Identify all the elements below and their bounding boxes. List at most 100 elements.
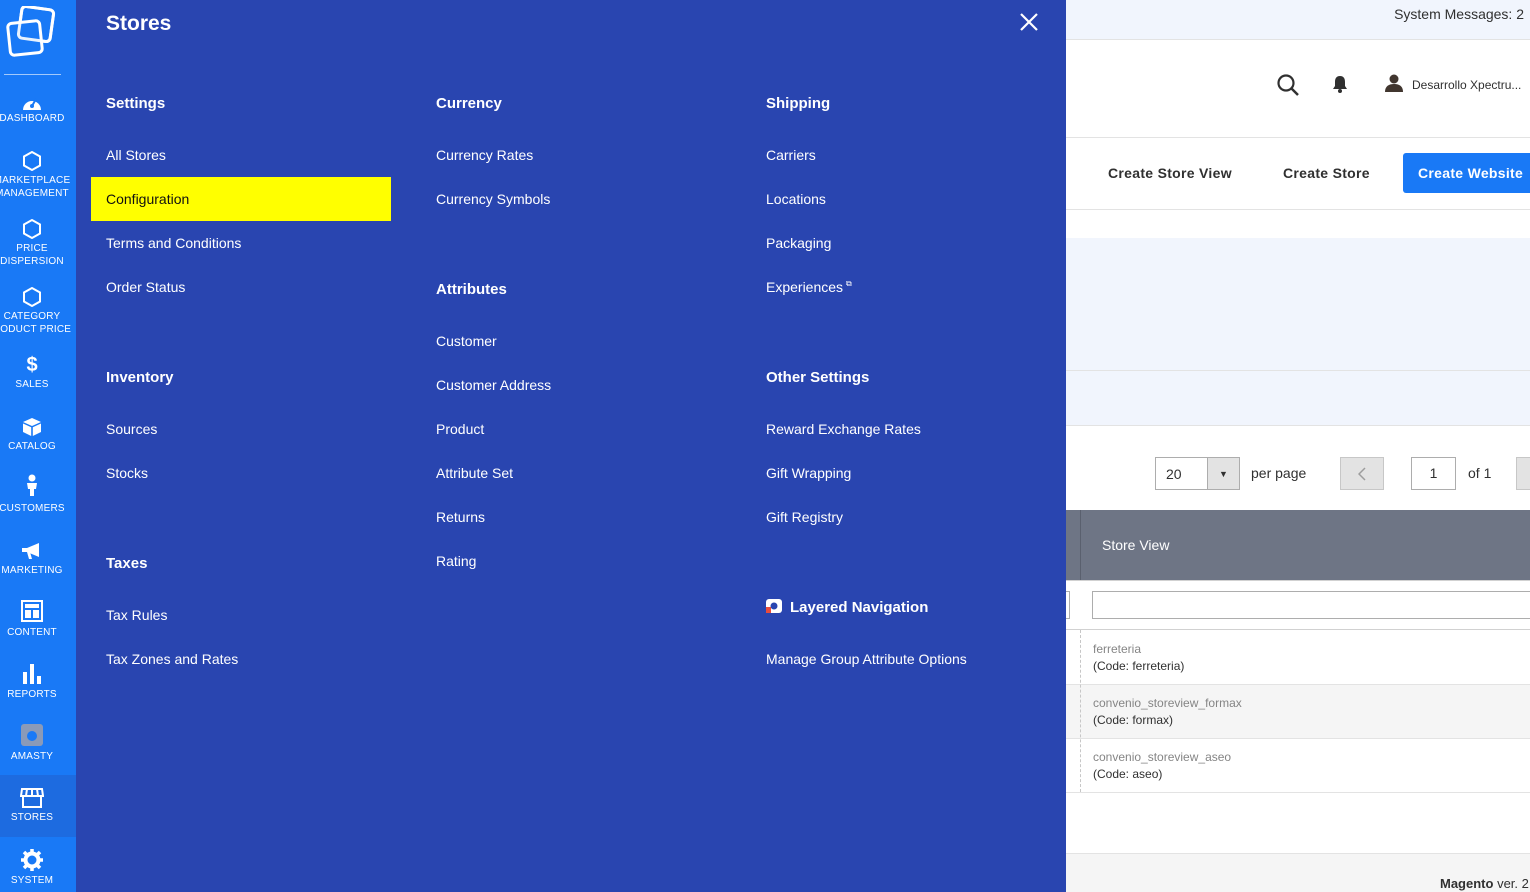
nav-system[interactable]: SYSTEM [0, 837, 76, 892]
menu-link-locations[interactable]: Locations [766, 191, 826, 207]
table-row[interactable]: convenio_storeview_formax (Code: formax) [1066, 685, 1530, 739]
current-page-input[interactable]: 1 [1411, 457, 1456, 490]
store-view-name-link[interactable]: ferreteria [1093, 642, 1141, 656]
create-website-button[interactable]: Create Website [1403, 153, 1530, 193]
admin-user-menu[interactable]: Desarrollo Xpectru... [1384, 74, 1521, 95]
nav-marketplace-management[interactable]: MARKETPLACE MANAGEMENT [0, 148, 76, 210]
menu-link-reward-exchange-rates[interactable]: Reward Exchange Rates [766, 421, 921, 437]
nav-customers[interactable]: CUSTOMERS [0, 472, 76, 534]
nav-price-dispersion[interactable]: PRICE DISPERSION [0, 216, 76, 278]
magento-logo-icon[interactable] [6, 4, 60, 60]
menu-link-rating[interactable]: Rating [436, 553, 476, 569]
previous-page-button[interactable] [1340, 457, 1384, 490]
hexagon-icon [0, 284, 64, 310]
system-messages-bar: System Messages: 2 [1066, 0, 1530, 40]
menu-link-carriers[interactable]: Carriers [766, 147, 816, 163]
nav-label: CUSTOMERS [0, 503, 65, 514]
menu-link-all-stores[interactable]: All Stores [106, 147, 166, 163]
menu-link-product[interactable]: Product [436, 421, 484, 437]
external-link-icon: ⧉ [846, 279, 852, 289]
user-icon [1384, 74, 1404, 95]
menu-link-experiences[interactable]: Experiences ⧉ [766, 279, 852, 295]
menu-link-gift-registry[interactable]: Gift Registry [766, 509, 843, 525]
create-store-view-button[interactable]: Create Store View [1108, 165, 1232, 181]
store-view-name-link[interactable]: convenio_storeview_formax [1093, 696, 1242, 710]
grid-filter-row [1066, 580, 1530, 630]
nav-sales[interactable]: $ SALES [0, 352, 76, 414]
nav-dashboard[interactable]: DASHBOARD [0, 90, 76, 152]
menu-link-sources[interactable]: Sources [106, 421, 157, 437]
filter-input-website[interactable] [1066, 591, 1070, 619]
section-title-shipping: Shipping [766, 95, 831, 112]
menu-link-currency-symbols[interactable]: Currency Symbols [436, 191, 550, 207]
nav-label: DASHBOARD [0, 113, 65, 124]
column-divider [1080, 630, 1081, 792]
menu-link-terms-and-conditions[interactable]: Terms and Conditions [106, 235, 241, 251]
store-view-code: (Code: ferreteria) [1093, 659, 1185, 673]
column-header-store-view[interactable]: Store View [1102, 537, 1169, 553]
menu-link-configuration[interactable]: Configuration [91, 177, 391, 221]
next-page-button[interactable] [1516, 457, 1530, 490]
magento-brand: Magento [1440, 876, 1494, 891]
hexagon-icon [0, 148, 64, 174]
section-title-settings: Settings [106, 95, 166, 112]
logo-divider [4, 74, 61, 75]
grid-header: Store View [1066, 510, 1530, 580]
nav-label: MARKETING [1, 565, 63, 576]
system-messages-link[interactable]: System Messages: 2 [1394, 6, 1524, 22]
nav-marketing[interactable]: MARKETING [0, 538, 76, 600]
nav-label: AMASTY [10, 751, 54, 762]
grid-pager: 20 ▼ per page 1 of 1 [1066, 456, 1530, 492]
close-icon[interactable] [1016, 9, 1042, 35]
section-title-taxes: Taxes [106, 555, 148, 572]
create-store-button[interactable]: Create Store [1283, 165, 1370, 181]
nav-label: SALES [15, 379, 49, 390]
nav-label: CATALOG [8, 441, 56, 452]
flyout-title: Stores [106, 12, 172, 35]
table-row[interactable]: convenio_storeview_aseo (Code: aseo) [1066, 739, 1530, 793]
column-separator [1080, 510, 1081, 580]
page-footer: Magento ver. 2 [1066, 853, 1530, 892]
dropdown-arrow-icon[interactable]: ▼ [1207, 458, 1239, 489]
menu-link-attribute-set[interactable]: Attribute Set [436, 465, 513, 481]
layered-navigation-title: Layered Navigation [790, 599, 929, 616]
per-page-label: per page [1251, 465, 1307, 481]
info-panel [1066, 238, 1530, 426]
menu-link-customer[interactable]: Customer [436, 333, 497, 349]
menu-link-returns[interactable]: Returns [436, 509, 485, 525]
user-name: Desarrollo Xpectru... [1412, 77, 1522, 92]
amasty-logo-icon [766, 599, 782, 617]
menu-link-experiences-label: Experiences [766, 279, 844, 295]
section-title-other-settings: Other Settings [766, 369, 870, 386]
nav-content[interactable]: CONTENT [0, 598, 76, 660]
store-view-name-link[interactable]: convenio_storeview_aseo [1093, 750, 1231, 764]
menu-link-packaging[interactable]: Packaging [766, 235, 831, 251]
hexagon-icon [0, 216, 64, 242]
section-title-inventory: Inventory [106, 369, 174, 386]
nav-reports[interactable]: REPORTS [0, 660, 76, 722]
per-page-value: 20 [1166, 466, 1182, 482]
menu-link-tax-zones-and-rates[interactable]: Tax Zones and Rates [106, 651, 238, 667]
section-title-attributes: Attributes [436, 281, 507, 298]
nav-label: PRICE DISPERSION [0, 243, 64, 267]
table-row[interactable]: ferreteria (Code: ferreteria) [1066, 631, 1530, 685]
nav-stores[interactable]: STORES [0, 775, 76, 837]
search-icon[interactable] [1276, 73, 1300, 102]
menu-link-gift-wrapping[interactable]: Gift Wrapping [766, 465, 851, 481]
menu-link-order-status[interactable]: Order Status [106, 279, 185, 295]
nav-label: STORES [10, 812, 54, 823]
notification-bell-icon[interactable] [1332, 75, 1348, 98]
stores-page-background: System Messages: 2 Desarrollo Xpectru...… [1066, 0, 1530, 892]
nav-label: CATEGORY RODUCT PRICE [0, 311, 72, 335]
nav-catalog[interactable]: CATALOG [0, 414, 76, 476]
menu-link-customer-address[interactable]: Customer Address [436, 377, 551, 393]
menu-link-stocks[interactable]: Stocks [106, 465, 148, 481]
nav-label: MARKETPLACE MANAGEMENT [0, 175, 71, 199]
menu-link-tax-rules[interactable]: Tax Rules [106, 607, 167, 623]
filter-input-store-view[interactable] [1092, 591, 1530, 619]
gear-icon [0, 847, 64, 873]
per-page-select[interactable]: 20 ▼ [1155, 457, 1240, 490]
menu-link-currency-rates[interactable]: Currency Rates [436, 147, 533, 163]
nav-category-product-price[interactable]: CATEGORY RODUCT PRICE [0, 284, 76, 346]
menu-link-manage-group-attribute-options[interactable]: Manage Group Attribute Options [766, 651, 967, 667]
